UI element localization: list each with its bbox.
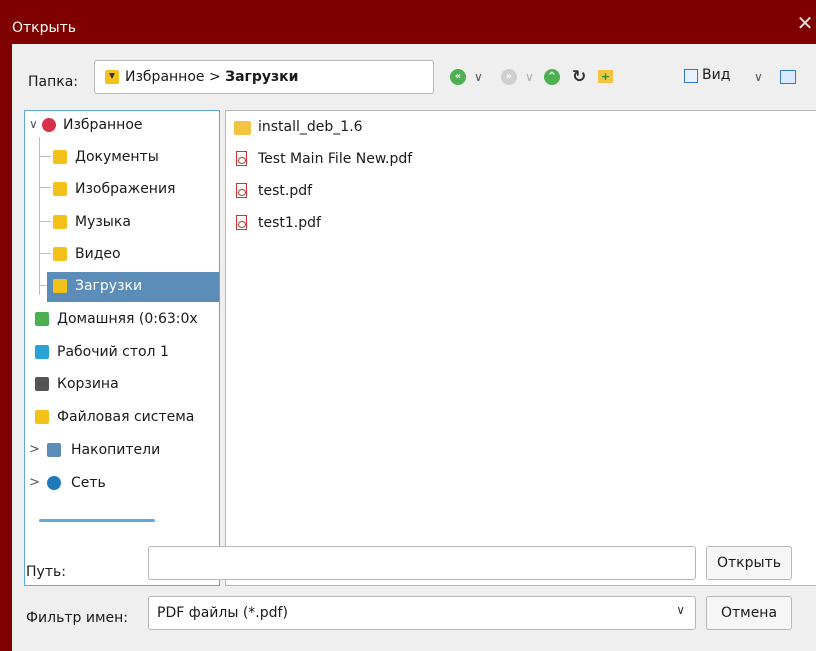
trash-icon bbox=[35, 377, 49, 391]
folder-icon bbox=[234, 121, 251, 135]
preview-icon bbox=[780, 70, 796, 84]
sidebar-item-drives[interactable]: > Накопители bbox=[25, 436, 219, 466]
chevron-down-icon[interactable]: ∨ bbox=[29, 117, 38, 131]
sidebar-item-label: Файловая система bbox=[57, 409, 195, 425]
cancel-button[interactable]: Отмена bbox=[706, 596, 792, 630]
up-icon: ^ bbox=[544, 69, 560, 85]
file-name: test.pdf bbox=[258, 183, 313, 199]
view-label: Вид bbox=[702, 67, 731, 83]
sidebar-item-images[interactable]: Изображения bbox=[25, 175, 219, 205]
forward-dropdown-icon[interactable]: ∨ bbox=[525, 66, 534, 88]
sidebar-item-label: Документы bbox=[75, 149, 159, 165]
sidebar-item-music[interactable]: Музыка bbox=[25, 208, 219, 238]
file-open-dialog: Открыть ✕ Папка: Избранное > Загрузки « … bbox=[0, 0, 816, 651]
breadcrumb-separator: > bbox=[208, 69, 221, 85]
sidebar-item-downloads[interactable]: Загрузки bbox=[47, 272, 219, 302]
filter-select[interactable]: PDF файлы (*.pdf) ∨ bbox=[148, 596, 696, 630]
sidebar-item-desktop[interactable]: Рабочий стол 1 bbox=[25, 338, 219, 368]
drives-icon bbox=[47, 443, 61, 457]
title-bar[interactable]: Открыть ✕ bbox=[0, 0, 816, 44]
new-folder-icon: + bbox=[598, 70, 613, 83]
sidebar-item-label: Накопители bbox=[71, 442, 161, 458]
sidebar-item-trash[interactable]: Корзина bbox=[25, 370, 219, 400]
file-name: test1.pdf bbox=[258, 215, 321, 231]
new-folder-button[interactable]: + bbox=[598, 66, 613, 88]
sidebar-item-network[interactable]: > Сеть bbox=[25, 469, 219, 499]
images-icon bbox=[53, 182, 67, 196]
filter-label: Фильтр имен: bbox=[26, 610, 128, 626]
file-name: install_deb_1.6 bbox=[258, 119, 363, 135]
favorites-heart-icon bbox=[42, 118, 56, 132]
view-dropdown-icon[interactable]: ∨ bbox=[754, 66, 763, 88]
sidebar-item-filesystem[interactable]: Файловая система bbox=[25, 403, 219, 433]
filter-value: PDF файлы (*.pdf) bbox=[157, 605, 288, 621]
back-dropdown-icon[interactable]: ∨ bbox=[474, 66, 483, 88]
sidebar-item-label: Загрузки bbox=[75, 278, 143, 294]
downloads-folder-icon bbox=[105, 70, 119, 84]
breadcrumb-current[interactable]: Загрузки bbox=[225, 69, 298, 85]
sidebar-item-label: Домашняя (0:63:0x bbox=[57, 311, 198, 327]
pdf-file-icon bbox=[236, 215, 247, 230]
sidebar-item-label: Избранное bbox=[63, 117, 143, 133]
forward-button[interactable]: » bbox=[501, 66, 517, 88]
sidebar-item-video[interactable]: Видео bbox=[25, 240, 219, 270]
sidebar-item-label: Музыка bbox=[75, 214, 131, 230]
video-icon bbox=[53, 247, 67, 261]
music-icon bbox=[53, 215, 67, 229]
places-sidebar[interactable]: ∨ Избранное Документы Изображения Музыка… bbox=[24, 110, 220, 586]
chevron-right-icon[interactable]: > bbox=[29, 475, 40, 490]
folder-label: Папка: bbox=[28, 74, 79, 90]
up-button[interactable]: ^ bbox=[544, 66, 560, 88]
chevron-down-icon: ∨ bbox=[676, 603, 685, 617]
home-icon bbox=[35, 312, 49, 326]
documents-icon bbox=[53, 150, 67, 164]
network-icon bbox=[47, 476, 61, 490]
window-title: Открыть bbox=[12, 20, 76, 36]
sidebar-item-label: Видео bbox=[75, 246, 121, 262]
chevron-right-icon[interactable]: > bbox=[29, 442, 40, 457]
path-label: Путь: bbox=[26, 564, 66, 580]
downloads-icon bbox=[53, 279, 67, 293]
sidebar-item-label: Корзина bbox=[57, 376, 119, 392]
folder-breadcrumb[interactable]: Избранное > Загрузки bbox=[94, 60, 434, 94]
desktop-icon bbox=[35, 345, 49, 359]
refresh-icon[interactable]: ↻ bbox=[572, 66, 586, 88]
sidebar-item-label: Изображения bbox=[75, 181, 176, 197]
forward-icon: » bbox=[501, 69, 517, 85]
close-icon[interactable]: ✕ bbox=[796, 13, 814, 33]
breadcrumb-root[interactable]: Избранное bbox=[125, 69, 205, 85]
filesystem-icon bbox=[35, 410, 49, 424]
preview-button[interactable] bbox=[780, 66, 796, 88]
path-input[interactable] bbox=[148, 546, 696, 580]
pdf-file-icon bbox=[236, 183, 247, 198]
file-list[interactable]: install_deb_1.6 Test Main File New.pdf t… bbox=[225, 110, 816, 586]
sidebar-item-label: Рабочий стол 1 bbox=[57, 344, 169, 360]
dialog-body: Папка: Избранное > Загрузки « ∨ » ∨ ^ ↻ … bbox=[12, 44, 816, 651]
sidebar-item-documents[interactable]: Документы bbox=[25, 143, 219, 173]
horizontal-scrollbar[interactable] bbox=[39, 519, 155, 522]
view-icon bbox=[684, 69, 698, 83]
pdf-file-icon bbox=[236, 151, 247, 166]
back-icon: « bbox=[450, 69, 466, 85]
sidebar-item-favorites[interactable]: ∨ Избранное bbox=[25, 111, 219, 141]
sidebar-item-home[interactable]: Домашняя (0:63:0x bbox=[25, 305, 219, 335]
back-button[interactable]: « bbox=[450, 66, 466, 88]
sidebar-item-label: Сеть bbox=[71, 475, 106, 491]
open-button[interactable]: Открыть bbox=[706, 546, 792, 580]
file-name: Test Main File New.pdf bbox=[258, 151, 413, 167]
